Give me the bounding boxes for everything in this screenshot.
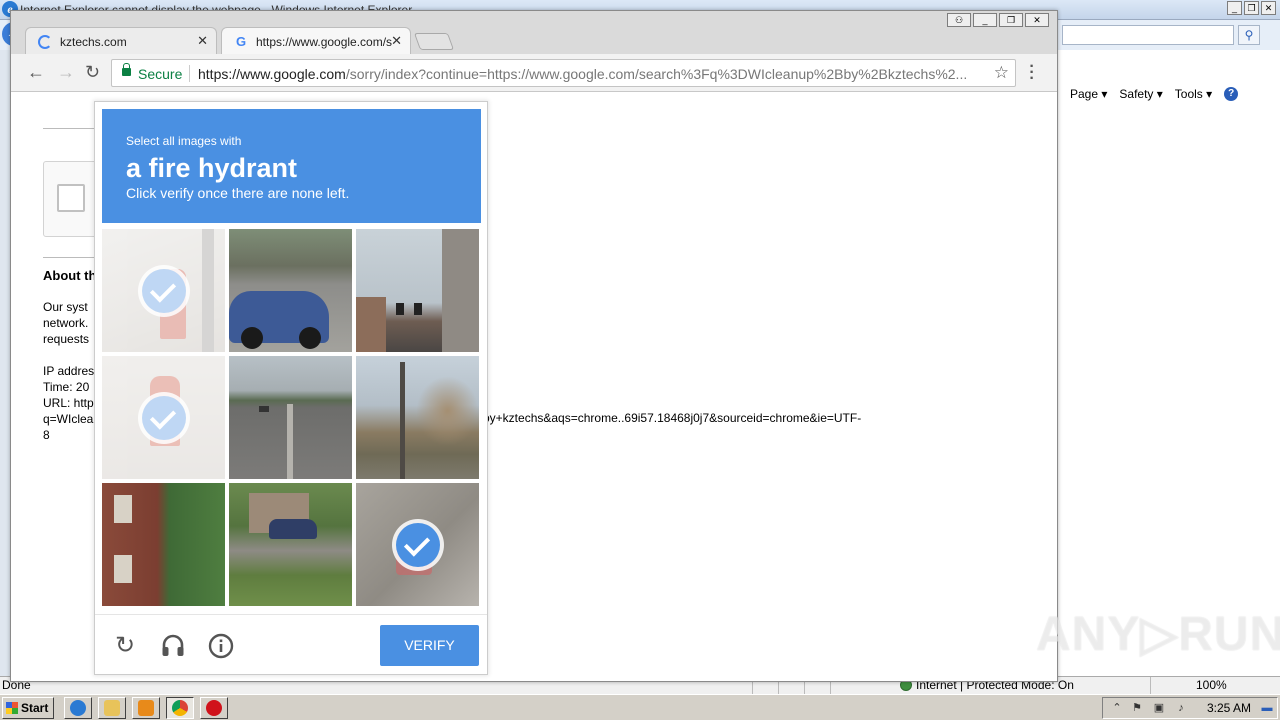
tab-title: kztechs.com — [60, 35, 127, 49]
ie-help-icon[interactable]: ? — [1224, 87, 1239, 101]
image-tile[interactable] — [229, 356, 352, 479]
taskbar-explorer-icon[interactable] — [98, 697, 126, 719]
tray-flag-icon[interactable]: ⚑ — [1131, 702, 1143, 714]
lock-icon — [122, 63, 131, 76]
new-tab-button[interactable] — [413, 33, 455, 50]
tray-expand-icon[interactable]: ⌃ — [1111, 702, 1123, 714]
page-line: URL: http — [43, 396, 94, 410]
taskbar-ie-icon[interactable] — [64, 697, 92, 719]
tab-google-sorry[interactable]: G https://www.google.com/sorry/index?con… — [221, 27, 411, 55]
info-icon[interactable] — [208, 633, 234, 659]
chrome-profile-icon[interactable]: ⚇ — [947, 13, 971, 27]
page-line: 8 — [43, 428, 50, 442]
chrome-toolbar: ← → ↻ Secure https://www.google.com/sorr… — [11, 54, 1057, 92]
page-line: Our syst — [43, 300, 88, 314]
page-line: q=WIclea — [43, 412, 94, 426]
tray-clock[interactable]: 3:25 AM — [1207, 701, 1251, 715]
image-tile[interactable] — [102, 483, 225, 606]
taskbar-opera-icon[interactable] — [200, 697, 228, 719]
chrome-minimize-button[interactable]: _ — [973, 13, 997, 27]
page-line: requests — [43, 332, 90, 346]
audio-challenge-icon[interactable] — [160, 633, 186, 659]
taskbar-media-icon[interactable] — [132, 697, 160, 719]
ie-safety-menu[interactable]: Safety ▾ — [1119, 87, 1162, 101]
image-tile[interactable] — [356, 483, 479, 606]
ie-minimize-button[interactable]: _ — [1227, 1, 1242, 15]
recaptcha-checkbox[interactable] — [57, 184, 85, 212]
ie-search-icon[interactable]: ⚲ — [1238, 25, 1260, 45]
about-heading: About th — [43, 268, 97, 283]
start-button[interactable]: Start — [2, 697, 54, 719]
page-line: network. — [43, 316, 89, 330]
tab-title: https://www.google.com/sorry/index?conti… — [256, 35, 392, 49]
ie-close-button[interactable]: ✕ — [1261, 1, 1276, 15]
page-line: Time: 20 — [43, 380, 90, 394]
reload-challenge-icon[interactable]: ↻ — [112, 633, 138, 659]
ie-zoom-level[interactable]: 100% — [1196, 678, 1227, 692]
taskbar-chrome-icon[interactable] — [166, 697, 194, 719]
verify-button[interactable]: VERIFY — [380, 625, 479, 666]
image-tile[interactable] — [356, 229, 479, 352]
image-tile[interactable] — [229, 483, 352, 606]
selected-check-icon — [141, 395, 186, 440]
image-tile[interactable] — [102, 229, 225, 352]
tab-kztechs[interactable]: kztechs.com ✕ — [25, 27, 217, 55]
recaptcha-footer: ↻ VERIFY — [95, 614, 487, 675]
reload-icon[interactable]: ↻ — [85, 62, 100, 82]
chrome-menu-icon[interactable]: · · · — [1029, 59, 1035, 87]
secure-label: Secure — [138, 66, 183, 82]
tray-volume-icon[interactable]: ♪ — [1175, 702, 1187, 714]
ie-restore-button[interactable]: ❐ — [1244, 1, 1259, 15]
tray-network-icon[interactable]: ▣ — [1153, 702, 1165, 714]
omnibox[interactable]: Secure https://www.google.com/sorry/inde… — [111, 59, 1016, 87]
url-tail-text: by+kztechs&aqs=chrome..69i57.18468j0j7&s… — [483, 411, 862, 425]
ie-search-input[interactable] — [1062, 25, 1234, 45]
ie-command-bar: Page ▾ Safety ▾ Tools ▾ ? — [1058, 83, 1280, 105]
selected-check-icon — [395, 522, 440, 567]
selected-check-icon — [141, 268, 186, 313]
recaptcha-challenge: Select all images with a fire hydrant Cl… — [94, 101, 488, 675]
image-tile[interactable] — [102, 356, 225, 479]
challenge-target: a fire hydrant — [126, 153, 298, 183]
loading-spinner-icon — [38, 35, 52, 49]
image-tile[interactable] — [356, 356, 479, 479]
chrome-restore-button[interactable]: ❐ — [999, 13, 1023, 27]
bookmark-star-icon[interactable]: ☆ — [994, 63, 1009, 83]
back-arrow-icon[interactable]: ← — [27, 62, 45, 82]
tab-strip: kztechs.com ✕ G https://www.google.com/s… — [11, 11, 1057, 55]
challenge-hint: Click verify once there are none left. — [126, 185, 350, 201]
ie-page-menu[interactable]: Page ▾ — [1070, 87, 1107, 101]
tab-close-icon[interactable]: ✕ — [197, 33, 208, 49]
system-tray: ⌃ ⚑ ▣ ♪ 3:25 AM ▬ — [1102, 697, 1278, 719]
windows-taskbar: Start ⌃ ⚑ ▣ ♪ 3:25 AM ▬ — [0, 694, 1280, 720]
page-line: IP addres — [43, 364, 95, 378]
challenge-instruction: Select all images with — [126, 134, 242, 148]
forward-arrow-icon[interactable]: → — [57, 62, 75, 82]
google-favicon-icon: G — [235, 34, 247, 49]
tab-close-icon[interactable]: ✕ — [391, 33, 402, 49]
ie-tools-menu[interactable]: Tools ▾ — [1175, 87, 1212, 101]
image-tile[interactable] — [229, 229, 352, 352]
url-text[interactable]: https://www.google.com/sorry/index?conti… — [198, 66, 988, 82]
anyrun-watermark: ANY▷RUN — [1036, 608, 1280, 661]
tray-desktop-icon[interactable]: ▬ — [1261, 702, 1273, 714]
image-grid — [102, 229, 480, 607]
chrome-close-button[interactable]: ✕ — [1025, 13, 1049, 27]
recaptcha-header: Select all images with a fire hydrant Cl… — [102, 109, 481, 223]
